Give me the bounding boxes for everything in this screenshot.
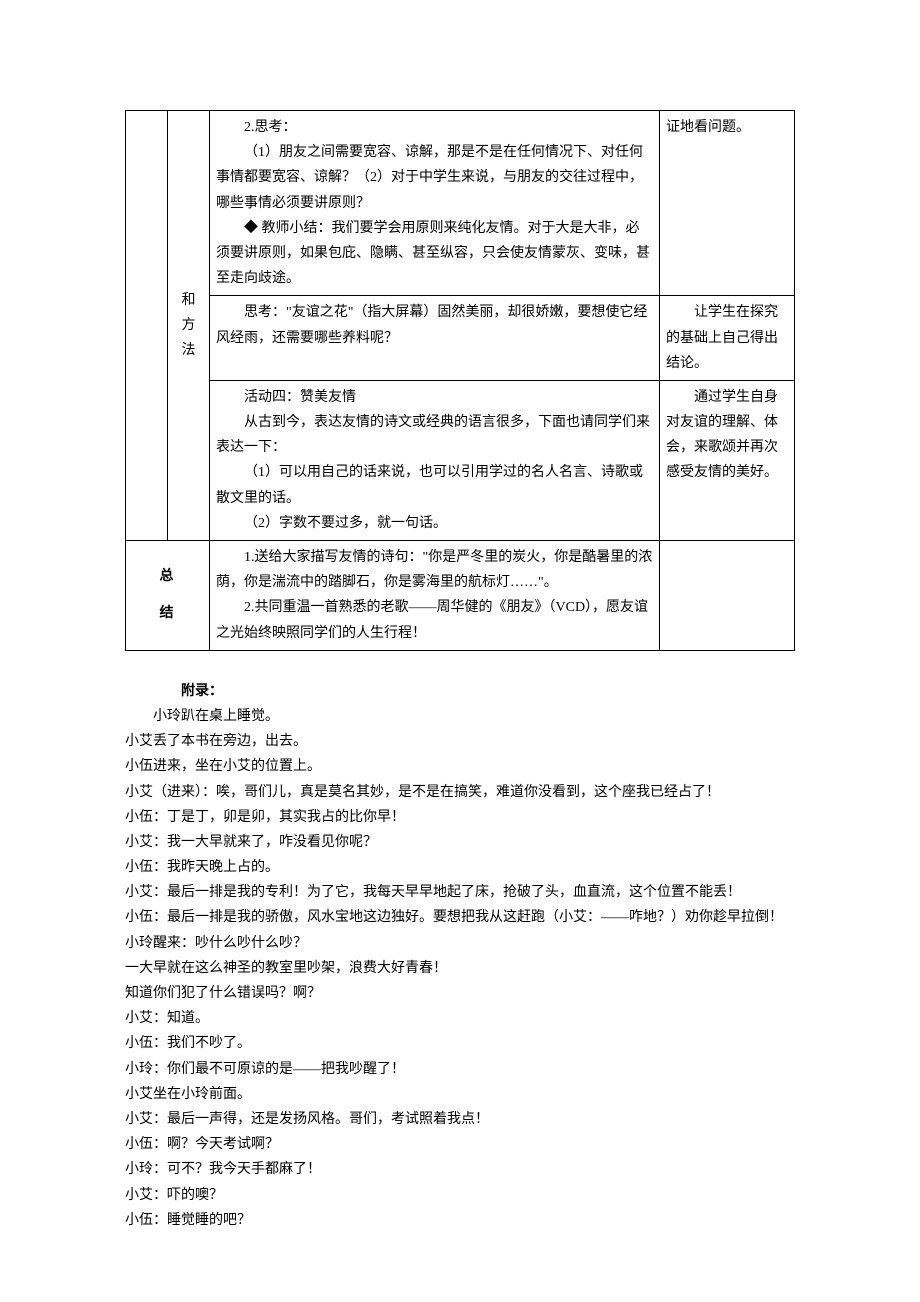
row1-line1: 2.思考： <box>216 115 653 140</box>
row2-note-text: 让学生在探究的基础上自己得出结论。 <box>666 300 788 376</box>
appendix-line: 小伍：最后一排是我的骄傲，风水宝地这边独好。要想把我从这赶跑（小艾：——咋地？）… <box>125 905 795 930</box>
appendix-line: 小艾（进来）：唉，哥们儿，真是莫名其妙，是不是在搞笑，难道你没看到，这个座我已经… <box>125 780 795 805</box>
appendix-line: 小艾丢了本书在旁边，出去。 <box>125 729 795 754</box>
row3-line3: （1）可以用自己的话来说，也可以引用学过的名人名言、诗歌或散文里的话。 <box>216 460 653 510</box>
appendix-line: 小玲：你们最不可原谅的是——把我吵醒了！ <box>125 1057 795 1082</box>
appendix-line: 小艾：最后一排是我的专利！为了它，我每天早早地起了床，抢破了头，血直流，这个位置… <box>125 880 795 905</box>
summary-note <box>660 541 795 651</box>
appendix-line: 小艾：最后一声得，还是发扬风格。哥们，考试照着我点！ <box>125 1107 795 1132</box>
col2-label-2: 方 <box>174 313 203 338</box>
row3-line4: （2）字数不要过多，就一句话。 <box>216 511 653 536</box>
appendix-line: 小艾：吓的噢？ <box>125 1183 795 1208</box>
appendix-line: 小伍：啊？今天考试啊？ <box>125 1132 795 1157</box>
row1-note: 证地看问题。 <box>660 111 795 296</box>
appendix-line: 小伍进来，坐在小艾的位置上。 <box>125 754 795 779</box>
summary-line1: 1.送给大家描写友情的诗句："你是严冬里的炭火，你是酷暑里的浓荫，你是湍流中的踏… <box>216 545 653 595</box>
appendix-lines: 小玲趴在桌上睡觉。小艾丢了本书在旁边，出去。小伍进来，坐在小艾的位置上。小艾（进… <box>125 704 795 1233</box>
row1-line2: （1）朋友之间需要宽容、谅解，那是不是在任何情况下、对任何事情都要宽容、谅解？（… <box>216 140 653 216</box>
summary-content: 1.送给大家描写友情的诗句："你是严冬里的炭火，你是酷暑里的浓荫，你是湍流中的踏… <box>210 541 660 651</box>
row2-text: 思考："友谊之花"（指大屏幕）固然美丽，却很娇嫩，要想使它经风经雨，还需要哪些养… <box>216 300 653 350</box>
summary-label: 总 结 <box>126 541 210 651</box>
appendix-line: 小玲：可不？我今天手都麻了！ <box>125 1157 795 1182</box>
col-b-methods: 和 方 法 <box>168 111 210 541</box>
appendix-line: 知道你们犯了什么错误吗？啊？ <box>125 981 795 1006</box>
row1-content: 2.思考： （1）朋友之间需要宽容、谅解，那是不是在任何情况下、对任何事情都要宽… <box>210 111 660 296</box>
row2-note: 让学生在探究的基础上自己得出结论。 <box>660 296 795 381</box>
col2-label-1: 和 <box>174 288 203 313</box>
row3-note-text: 通过学生自身对友谊的理解、体会，来歌颂并再次感受友情的美好。 <box>666 385 788 486</box>
col-a-blank <box>126 111 168 541</box>
appendix-line: 小艾：我一大早就来了，咋没看见你呢？ <box>125 830 795 855</box>
summary-label-1: 总 <box>132 564 203 589</box>
row3-content: 活动四：赞美友情 从古到今，表达友情的诗文或经典的语言很多，下面也请同学们来表达… <box>210 380 660 540</box>
appendix-line: 小玲趴在桌上睡觉。 <box>125 704 795 729</box>
appendix-section: 附录： 小玲趴在桌上睡觉。小艾丢了本书在旁边，出去。小伍进来，坐在小艾的位置上。… <box>125 679 795 1233</box>
appendix-line: 小伍：丁是丁，卯是卯，其实我占的比你早！ <box>125 805 795 830</box>
appendix-line: 小伍：我们不吵了。 <box>125 1031 795 1056</box>
spacer <box>132 589 203 601</box>
summary-label-2: 结 <box>132 601 203 626</box>
summary-line2: 2.共同重温一首熟悉的老歌——周华健的《朋友》（VCD），愿友谊之光始终映照同学… <box>216 595 653 645</box>
appendix-line: 小伍：我昨天晚上占的。 <box>125 855 795 880</box>
row2-content: 思考："友谊之花"（指大屏幕）固然美丽，却很娇嫩，要想使它经风经雨，还需要哪些养… <box>210 296 660 381</box>
row1-line3: ◆ 教师小结：我们要学会用原则来纯化友情。对于大是大非，必须要讲原则，如果包庇、… <box>216 216 653 292</box>
appendix-heading: 附录： <box>125 679 795 704</box>
row3-note: 通过学生自身对友谊的理解、体会，来歌颂并再次感受友情的美好。 <box>660 380 795 540</box>
appendix-line: 小艾坐在小玲前面。 <box>125 1082 795 1107</box>
lesson-table: 和 方 法 2.思考： （1）朋友之间需要宽容、谅解，那是不是在任何情况下、对任… <box>125 110 795 651</box>
appendix-line: 小艾：知道。 <box>125 1006 795 1031</box>
col2-label-3: 法 <box>174 338 203 363</box>
appendix-line: 小伍：睡觉睡的吧？ <box>125 1208 795 1233</box>
appendix-line: 小玲醒来：吵什么吵什么吵？ <box>125 931 795 956</box>
appendix-line: 一大早就在这么神圣的教室里吵架，浪费大好青春！ <box>125 956 795 981</box>
row3-line1: 活动四：赞美友情 <box>216 385 653 410</box>
row3-line2: 从古到今，表达友情的诗文或经典的语言很多，下面也请同学们来表达一下： <box>216 410 653 460</box>
